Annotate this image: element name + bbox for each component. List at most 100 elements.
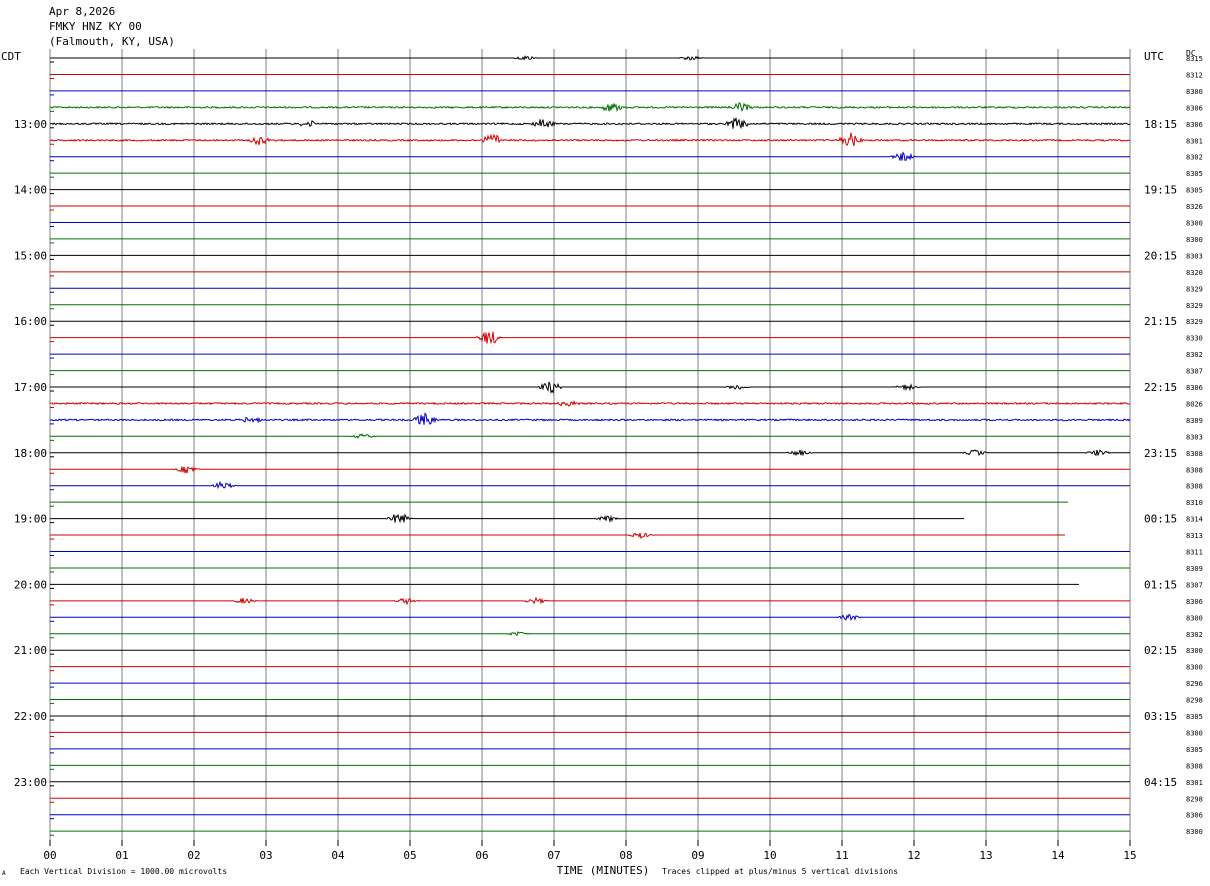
labels: 00 01 02 03 04 05 06 07 08 09 10 11 12 13 14 15 8315 8312…: [14, 55, 1203, 862]
dc-offset-label: 8311: [1186, 549, 1203, 557]
x-tick-label: 04: [331, 849, 345, 862]
trace-28: [50, 513, 964, 524]
traces: [49, 55, 1131, 836]
x-tick-label: 02: [187, 849, 200, 862]
x-tick-label: 13: [979, 849, 992, 862]
scale-note: Each Vertical Division = 1000.00 microvo…: [20, 867, 228, 876]
trace-23: [50, 433, 1130, 439]
dc-offset-label: 8309: [1186, 417, 1203, 425]
trace-5: [49, 132, 1131, 147]
dc-offset-label: 8308: [1186, 762, 1203, 770]
dc-offset-label: 8306: [1186, 384, 1203, 392]
x-tick-label: 03: [259, 849, 272, 862]
trace-26: [50, 480, 1130, 490]
dc-offset-label: 8300: [1186, 88, 1203, 96]
left-hour-label: 14:00: [14, 184, 47, 197]
dc-offset-label: 8329: [1186, 318, 1203, 326]
left-hour-label: 23:00: [14, 776, 47, 789]
dc-offset-label: 8305: [1186, 746, 1203, 754]
dc-offset-label: 8305: [1186, 187, 1203, 195]
x-tick-label: 01: [115, 849, 128, 862]
trace-35: [50, 630, 1130, 637]
dc-offset-label: 8300: [1186, 220, 1203, 228]
dc-offset-label: 8300: [1186, 614, 1203, 622]
x-tick-label: 08: [619, 849, 632, 862]
x-tick-label: 00: [43, 849, 56, 862]
dc-offset-label: 8296: [1186, 680, 1203, 688]
left-hour-label: 21:00: [14, 644, 47, 657]
trace-3: [49, 102, 1131, 113]
trace-34: [50, 613, 1130, 622]
right-hour-label: 04:15: [1144, 776, 1177, 789]
dc-offset-label: 8303: [1186, 252, 1203, 260]
right-hour-label: 23:15: [1144, 447, 1177, 460]
trace-25: [50, 466, 1130, 474]
dc-offset-label: 8302: [1186, 154, 1203, 162]
dc-offset-label: 8300: [1186, 828, 1203, 836]
right-hour-label: 00:15: [1144, 513, 1177, 526]
trace-4: [50, 117, 1131, 130]
dc-offset-label: 8320: [1186, 269, 1203, 277]
x-tick-label: 05: [403, 849, 416, 862]
x-tick-label: 11: [835, 849, 848, 862]
footer-mark: A: [2, 870, 6, 877]
right-hour-label: 22:15: [1144, 381, 1177, 394]
trace-29: [50, 532, 1065, 540]
dc-offset-label: 8326: [1186, 203, 1203, 211]
dc-offset-label: 8298: [1186, 697, 1203, 705]
trace-33: [50, 596, 1130, 606]
dc-offset-label: 8310: [1186, 499, 1203, 507]
right-hour-label: 18:15: [1144, 118, 1177, 131]
right-hour-label: 19:15: [1144, 184, 1177, 197]
dc-offset-label: 8329: [1186, 302, 1203, 310]
trace-17: [50, 331, 1130, 345]
left-hour-label: 15:00: [14, 249, 47, 262]
dc-offset-label: 8309: [1186, 565, 1203, 573]
dc-offset-label: 8315: [1186, 55, 1203, 63]
trace-24: [50, 449, 1130, 457]
dc-offset-label: 8301: [1186, 779, 1203, 787]
dc-offset-label: 8026: [1186, 400, 1203, 408]
dc-offset-label: 8305: [1186, 170, 1203, 178]
dc-offset-label: 8312: [1186, 71, 1203, 79]
trace-22: [49, 412, 1131, 425]
dc-offset-label: 8305: [1186, 713, 1203, 721]
right-hour-label: 02:15: [1144, 644, 1177, 657]
dc-offset-label: 8329: [1186, 285, 1203, 293]
x-tick-label: 09: [691, 849, 704, 862]
x-tick-label: 07: [547, 849, 560, 862]
dc-offset-label: 8307: [1186, 368, 1203, 376]
dc-offset-label: 8302: [1186, 631, 1203, 639]
dc-offset-label: 8306: [1186, 598, 1203, 606]
dc-offset-label: 8306: [1186, 121, 1203, 129]
dc-offset-label: 8303: [1186, 433, 1203, 441]
dc-offset-label: 8330: [1186, 335, 1203, 343]
trace-21: [49, 400, 1131, 407]
right-hour-label: 21:15: [1144, 315, 1177, 328]
right-hour-label: 20:15: [1144, 249, 1177, 262]
seismogram-chart: 00 01 02 03 04 05 06 07 08 09 10 11 12 13 14 15 8315 8312…: [14, 49, 1203, 877]
dc-offset-label: 8307: [1186, 581, 1203, 589]
left-hour-label: 16:00: [14, 315, 47, 328]
left-hour-label: 19:00: [14, 513, 47, 526]
trace-6: [50, 151, 1130, 161]
x-tick-label: 15: [1123, 849, 1136, 862]
clip-note: Traces clipped at plus/minus 5 vertical …: [662, 867, 899, 876]
dc-offset-label: 8300: [1186, 647, 1203, 655]
dc-offset-label: 8301: [1186, 137, 1203, 145]
dc-offset-label: 8300: [1186, 729, 1203, 737]
dc-offset-label: 8306: [1186, 812, 1203, 820]
dc-offset-label: 8300: [1186, 664, 1203, 672]
left-hour-label: 18:00: [14, 447, 47, 460]
dc-offset-label: 8306: [1186, 104, 1203, 112]
dc-offset-label: 8308: [1186, 450, 1203, 458]
dc-offset-label: 8300: [1186, 236, 1203, 244]
right-hour-label: 03:15: [1144, 710, 1177, 723]
left-hour-label: 17:00: [14, 381, 47, 394]
dc-offset-label: 8313: [1186, 532, 1203, 540]
grid: [49, 49, 1131, 846]
x-tick-label: 10: [763, 849, 776, 862]
x-tick-label: 12: [907, 849, 920, 862]
trace-20: [50, 381, 1130, 394]
trace-0: [50, 55, 1130, 61]
